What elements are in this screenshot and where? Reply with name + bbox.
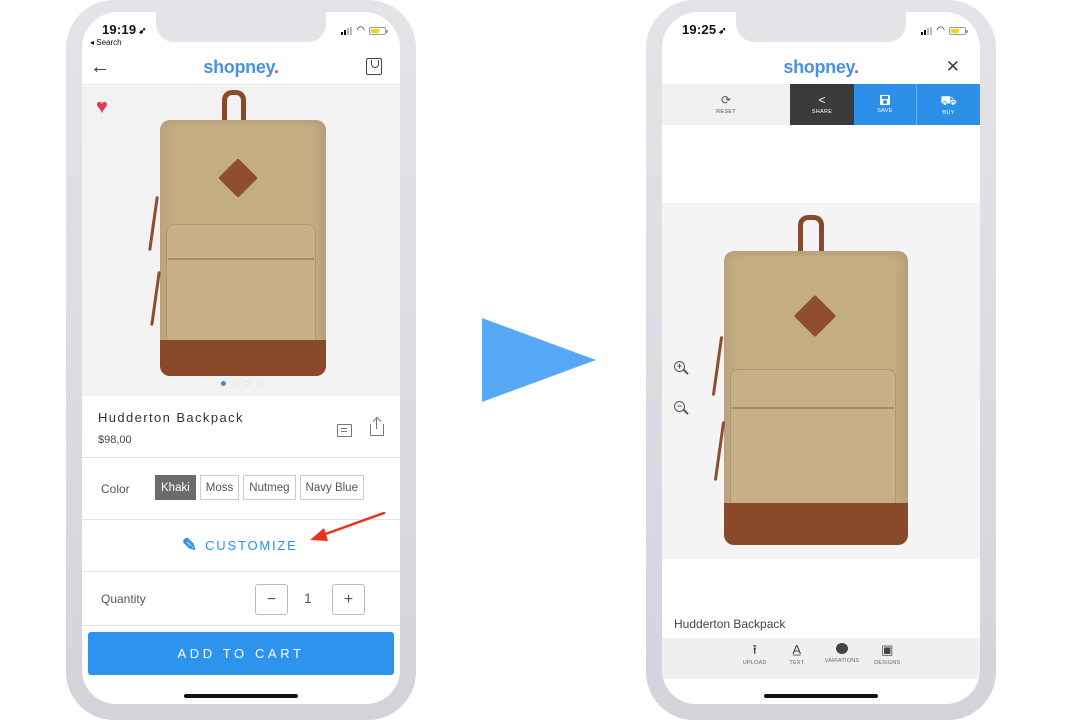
design-canvas[interactable]: + − — [662, 125, 980, 630]
signal-icon — [921, 27, 933, 35]
customizer-screen: 19:25 ➶ ◠ shopney. ✕ ⟳ RESET < SHARE SAV… — [662, 12, 980, 704]
back-arrow-icon[interactable]: ← — [90, 56, 110, 79]
customizer-bottom-bar: ⭱ UPLOAD A̲ TEXT VARIATIONS ▣ DESIGNS — [662, 638, 980, 679]
home-indicator[interactable] — [764, 694, 878, 698]
share-icon: < — [818, 93, 826, 107]
flow-arrow-icon — [482, 318, 596, 402]
status-icons: ◠ — [341, 25, 388, 36]
wifi-icon: ◠ — [936, 25, 945, 36]
upload-button[interactable]: ⭱ UPLOAD — [741, 643, 769, 679]
color-options: Khaki Moss Nutmeg Navy Blue — [155, 475, 364, 500]
quantity-value: 1 — [304, 590, 312, 606]
carousel-dot[interactable] — [232, 381, 238, 386]
reset-icon: ⟳ — [720, 93, 732, 107]
location-icon: ➶ — [718, 26, 727, 37]
carousel-dot[interactable] — [220, 381, 226, 386]
zoom-out-icon[interactable]: − — [674, 401, 690, 417]
customize-row: ✎ CUSTOMIZE — [82, 511, 400, 572]
carousel-dot[interactable] — [244, 381, 250, 386]
save-icon — [880, 95, 890, 105]
comment-icon[interactable] — [337, 424, 352, 437]
quantity-label: Quantity — [101, 592, 146, 606]
close-icon[interactable]: ✕ — [946, 57, 960, 77]
shopping-bag-icon[interactable] — [366, 58, 382, 75]
quantity-row: Quantity − 1 + — [82, 572, 400, 626]
reset-button[interactable]: ⟳ RESET — [662, 84, 790, 125]
phone-notch — [736, 12, 906, 42]
product-name: Hudderton Backpack — [98, 410, 244, 425]
battery-icon — [369, 27, 388, 35]
status-time: 19:25 ➶ — [682, 22, 727, 37]
text-button[interactable]: A̲ TEXT — [783, 643, 811, 679]
upload-icon: ⭱ — [752, 642, 758, 657]
palette-icon — [836, 643, 848, 654]
backpack-image — [711, 211, 914, 556]
battery-icon — [949, 27, 968, 35]
carousel-dot[interactable] — [256, 381, 262, 386]
product-preview: + − — [662, 203, 980, 559]
color-option-moss[interactable]: Moss — [199, 475, 240, 500]
zoom-in-icon[interactable]: + — [674, 361, 690, 377]
variations-button[interactable]: VARIATIONS — [825, 643, 860, 679]
color-option-khaki[interactable]: Khaki — [155, 475, 196, 500]
wifi-icon: ◠ — [356, 25, 365, 36]
nav-bar: shopney. ✕ — [662, 52, 980, 85]
shopney-logo: shopney. — [783, 57, 859, 77]
designs-button[interactable]: ▣ DESIGNS — [873, 643, 901, 679]
customize-label: CUSTOMIZE — [205, 537, 298, 553]
phone-notch — [156, 12, 326, 42]
share-icon[interactable] — [370, 416, 384, 436]
location-icon: ➶ — [138, 26, 147, 37]
phone-frame-product-page: 19:19 ➶ ◂ Search ◠ ← shopney. ♥ Hudderto… — [66, 0, 416, 720]
status-icons: ◠ — [921, 25, 968, 36]
status-time: 19:19 ➶ — [102, 22, 147, 37]
favorite-heart-icon[interactable]: ♥ — [96, 96, 108, 119]
product-price: $98,00 — [98, 434, 132, 446]
back-to-search-link[interactable]: ◂ Search — [90, 38, 122, 47]
add-to-cart-button[interactable]: ADD TO CART — [88, 632, 394, 675]
nav-bar: ← shopney. — [82, 52, 400, 85]
color-option-nutmeg[interactable]: Nutmeg — [243, 475, 296, 500]
text-icon: A̲ — [792, 642, 802, 657]
design-product-name: Hudderton Backpack — [674, 617, 786, 631]
buy-button[interactable]: ⛟ BUY — [917, 84, 980, 125]
signal-icon — [341, 27, 353, 35]
quantity-decrease-button[interactable]: − — [255, 584, 288, 615]
backpack-image — [148, 86, 332, 386]
color-label: Color — [101, 482, 130, 496]
cart-icon: ⛟ — [940, 92, 957, 108]
quantity-increase-button[interactable]: + — [332, 584, 365, 615]
phone-frame-customizer: 19:25 ➶ ◠ shopney. ✕ ⟳ RESET < SHARE SAV… — [646, 0, 996, 720]
color-option-navy-blue[interactable]: Navy Blue — [299, 475, 364, 500]
customize-button[interactable]: ✎ CUSTOMIZE — [182, 536, 298, 554]
carousel-page-dots[interactable] — [82, 381, 400, 386]
product-info: Hudderton Backpack $98,00 — [82, 396, 400, 458]
home-indicator[interactable] — [184, 694, 298, 698]
save-button[interactable]: SAVE — [854, 84, 917, 125]
annotation-arrow-icon — [310, 511, 386, 541]
share-button[interactable]: < SHARE — [790, 84, 854, 125]
product-page-screen: 19:19 ➶ ◂ Search ◠ ← shopney. ♥ Hudderto… — [82, 12, 400, 704]
shopney-logo: shopney. — [203, 57, 279, 77]
product-image-carousel[interactable]: ♥ — [82, 86, 400, 396]
images-icon: ▣ — [881, 642, 894, 657]
comparison-stage: 19:19 ➶ ◂ Search ◠ ← shopney. ♥ Hudderto… — [0, 0, 1080, 720]
customizer-toolbar: ⟳ RESET < SHARE SAVE ⛟ BUY — [662, 84, 980, 125]
design-tool-icon: ✎ — [182, 535, 198, 555]
